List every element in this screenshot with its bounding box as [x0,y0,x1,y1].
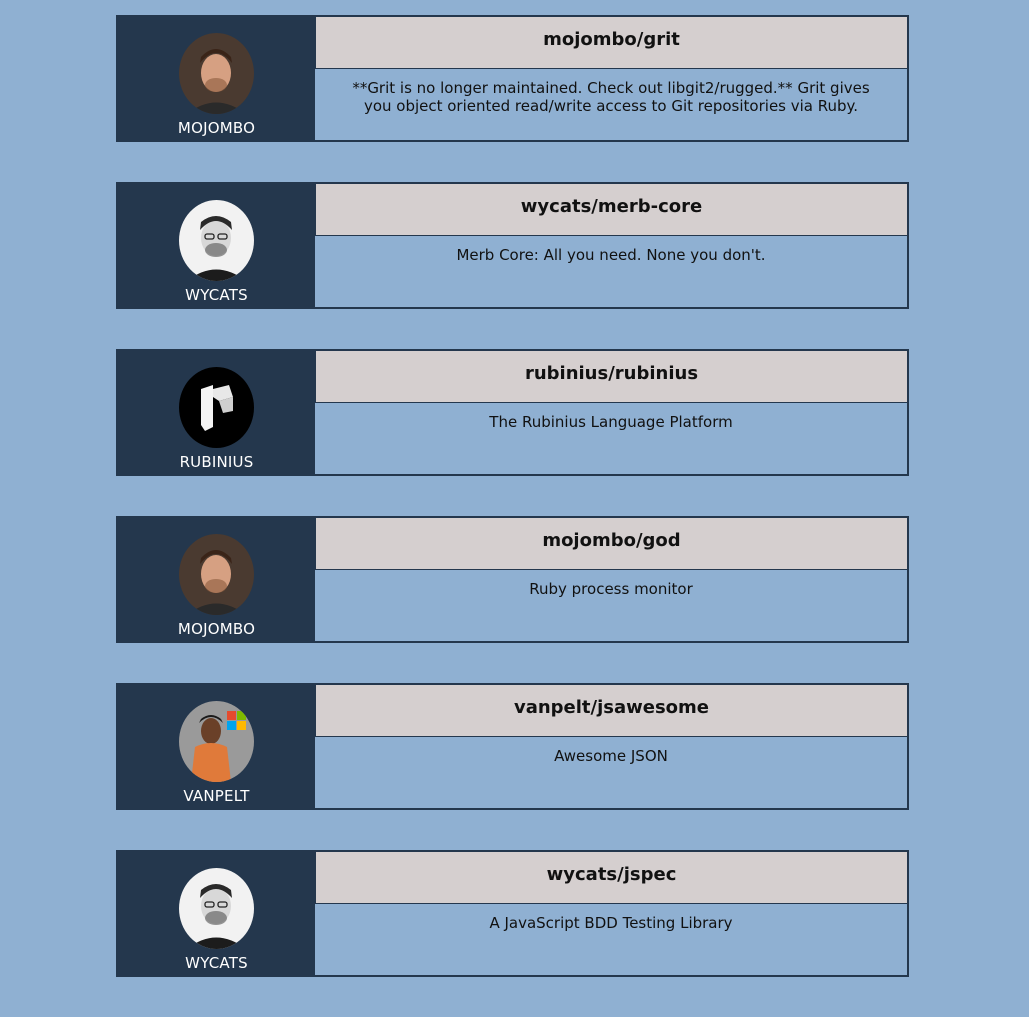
repo-description: Ruby process monitor [529,580,693,598]
owner-name[interactable]: RUBINIUS [118,453,315,471]
repo-title[interactable]: wycats/merb-core [315,184,907,236]
repo-title[interactable]: mojombo/god [315,518,907,570]
repo-card[interactable]: WYCATS wycats/jspec A JavaScript BDD Tes… [116,850,909,977]
repo-list: MOJOMBO mojombo/grit **Grit is no longer… [116,15,909,1017]
repo-description: A JavaScript BDD Testing Library [489,914,733,932]
owner-panel: WYCATS [118,852,315,975]
owner-panel: MOJOMBO [118,518,315,641]
owner-name[interactable]: VANPELT [118,787,315,805]
repo-card[interactable]: WYCATS wycats/merb-core Merb Core: All y… [116,182,909,309]
mojombo-avatar-image [179,33,254,114]
repo-card[interactable]: RUBINIUS rubinius/rubinius The Rubinius … [116,349,909,476]
avatar[interactable] [179,701,254,782]
repo-title[interactable]: vanpelt/jsawesome [315,685,907,737]
mojombo-avatar-image [179,534,254,615]
wycats-avatar-image [179,868,254,949]
avatar[interactable] [179,33,254,114]
repo-card[interactable]: VANPELT vanpelt/jsawesome Awesome JSON [116,683,909,810]
wycats-avatar-image [179,200,254,281]
owner-name[interactable]: MOJOMBO [118,119,315,137]
repo-description: The Rubinius Language Platform [489,413,733,431]
owner-panel: WYCATS [118,184,315,307]
owner-panel: RUBINIUS [118,351,315,474]
repo-title[interactable]: mojombo/grit [315,17,907,69]
repo-card[interactable]: MOJOMBO mojombo/grit **Grit is no longer… [116,15,909,142]
repo-title[interactable]: rubinius/rubinius [315,351,907,403]
rubinius-avatar-image [179,367,254,448]
vanpelt-avatar-image [179,701,254,782]
owner-name[interactable]: WYCATS [118,286,315,304]
owner-name[interactable]: MOJOMBO [118,620,315,638]
repo-description: Merb Core: All you need. None you don't. [456,246,766,264]
owner-panel: MOJOMBO [118,17,315,140]
owner-panel: VANPELT [118,685,315,808]
avatar[interactable] [179,200,254,281]
repo-title[interactable]: wycats/jspec [315,852,907,904]
avatar[interactable] [179,534,254,615]
avatar[interactable] [179,367,254,448]
owner-name[interactable]: WYCATS [118,954,315,972]
repo-description: Awesome JSON [554,747,668,765]
avatar[interactable] [179,868,254,949]
repo-description: **Grit is no longer maintained. Check ou… [352,79,870,115]
repo-card[interactable]: MOJOMBO mojombo/god Ruby process monitor [116,516,909,643]
